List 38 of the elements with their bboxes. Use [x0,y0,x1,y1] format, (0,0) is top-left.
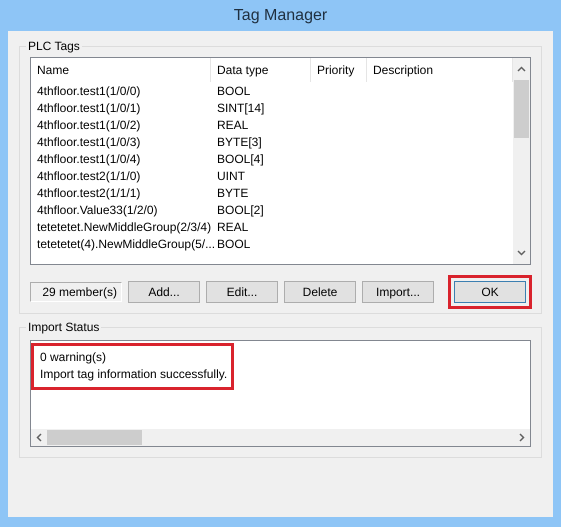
scroll-down-icon[interactable] [517,250,526,256]
status-message: 0 warning(s) [40,349,108,366]
window-title: Tag Manager [234,6,328,24]
data-type: UINT [216,168,246,182]
data-type: BOOL[2] [216,202,265,216]
column-header[interactable]: Name [31,58,211,82]
tag-name: tetetetet.NewMiddleGroup(2/3/4) [36,220,211,234]
dialog-button[interactable]: Delete [284,281,356,303]
status-message: Import tag information successfully. [40,366,228,383]
data-type: REAL [216,220,250,234]
tag-list[interactable] [30,57,531,265]
tag-name: 4thfloor.test1(1/0/2) [36,118,142,132]
column-header[interactable]: Priority [311,58,367,82]
dialog-button[interactable]: Edit... [206,281,278,303]
data-type: REAL [216,118,250,132]
data-type: BOOL[4] [216,152,265,166]
data-type: BOOL [216,84,252,98]
horizontal-scrollbar[interactable] [31,429,530,446]
data-type: SINT[14] [216,100,266,114]
vertical-scrollbar[interactable] [513,58,530,264]
group-label: PLC Tags [27,39,81,53]
tag-name: 4thfloor.test1(1/0/3) [36,134,142,148]
dialog-button[interactable]: Add... [128,281,200,303]
group-label: Import Status [27,320,100,334]
tag-name: 4thfloor.Value33(1/2/0) [36,202,159,216]
tag-name: 4thfloor.test1(1/0/4) [36,152,142,166]
member-count: 29 member(s) [30,282,122,302]
tag-name: 4thfloor.test1(1/0/0) [36,84,142,98]
data-type: BYTE [216,186,250,200]
tag-name: 4thfloor.test1(1/0/1) [36,100,142,114]
tag-name: 4thfloor.test2(1/1/0) [36,168,142,182]
scroll-right-icon[interactable] [519,433,525,442]
scroll-up-icon[interactable] [517,66,526,72]
column-header[interactable]: Data type [211,58,311,82]
tag-name: 4thfloor.test2(1/1/1) [36,186,142,200]
dialog-button[interactable]: Import... [362,281,434,303]
scroll-left-icon[interactable] [36,433,42,442]
data-type: BYTE[3] [216,134,263,148]
